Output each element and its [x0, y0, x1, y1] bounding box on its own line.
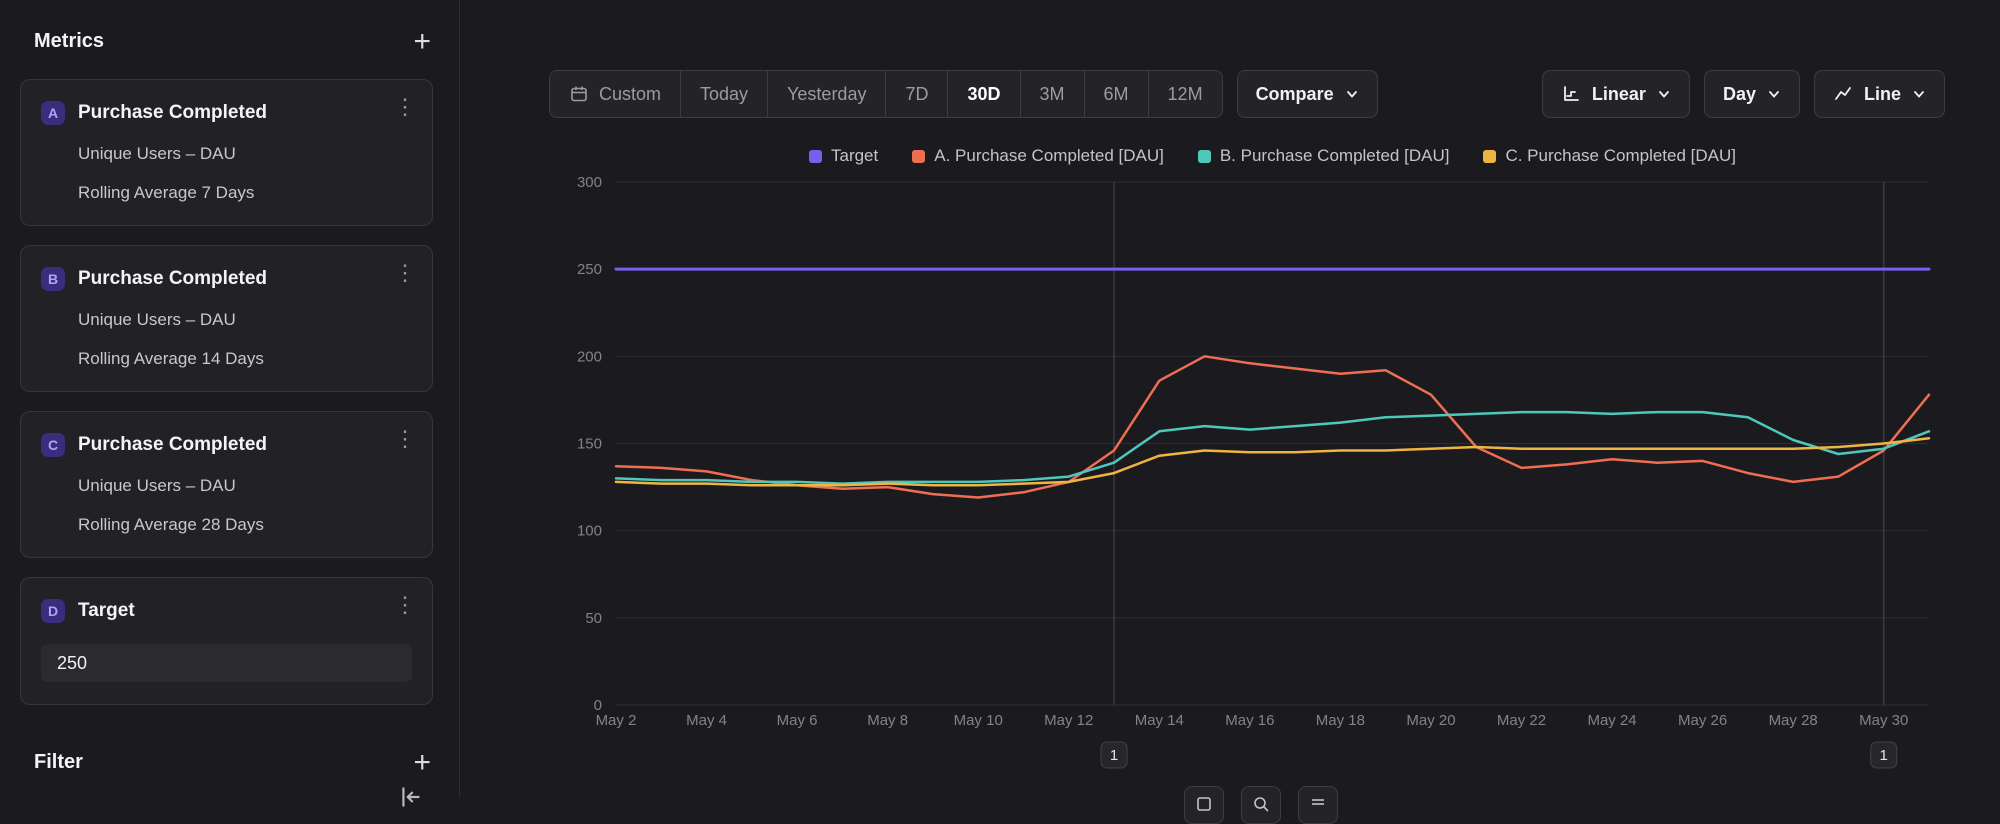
range-label: 3M: [1040, 84, 1065, 105]
metric-head: D Target: [41, 599, 412, 623]
metric-card-b[interactable]: B Purchase Completed ⋮ Unique Users – DA…: [20, 245, 433, 392]
collapse-sidebar-icon[interactable]: [398, 784, 426, 812]
scale-label: Linear: [1592, 84, 1646, 105]
svg-text:May 28: May 28: [1769, 712, 1818, 729]
metric-rolling-average[interactable]: Rolling Average 28 Days: [78, 515, 412, 535]
metric-head: B Purchase Completed: [41, 267, 412, 291]
kebab-menu-icon[interactable]: ⋮: [394, 428, 416, 450]
metric-badge-a: A: [41, 101, 65, 125]
range-label: 30D: [967, 84, 1000, 105]
line-chart[interactable]: 05010015020025030011May 2May 4May 6May 8…: [460, 130, 2000, 796]
metric-measure[interactable]: Unique Users – DAU: [78, 476, 412, 496]
metric-title: Purchase Completed: [78, 268, 267, 290]
interval-day-button[interactable]: Day: [1704, 70, 1800, 118]
range-12m-button[interactable]: 12M: [1148, 71, 1222, 117]
svg-text:50: 50: [585, 610, 602, 627]
annotation-tool-button[interactable]: [1184, 786, 1224, 824]
range-3m-button[interactable]: 3M: [1020, 71, 1084, 117]
svg-text:May 8: May 8: [867, 712, 908, 729]
svg-text:200: 200: [577, 348, 602, 365]
chart-bottom-toolbar: [1184, 786, 1338, 824]
target-title: Target: [78, 600, 135, 622]
metric-badge-c: C: [41, 433, 65, 457]
chart-area: Target A. Purchase Completed [DAU] B. Pu…: [460, 130, 2000, 796]
svg-text:1: 1: [1880, 747, 1888, 764]
svg-text:May 6: May 6: [777, 712, 818, 729]
kebab-menu-icon[interactable]: ⋮: [394, 96, 416, 118]
metric-head: C Purchase Completed: [41, 433, 412, 457]
range-label: Yesterday: [787, 84, 866, 105]
svg-text:300: 300: [577, 174, 602, 191]
metric-head: A Purchase Completed: [41, 101, 412, 125]
range-6m-button[interactable]: 6M: [1084, 71, 1148, 117]
metric-measure[interactable]: Unique Users – DAU: [78, 310, 412, 330]
range-30d-button[interactable]: 30D: [947, 71, 1019, 117]
svg-text:May 30: May 30: [1859, 712, 1908, 729]
chevron-down-icon: [1912, 87, 1926, 101]
chart-type-label: Line: [1864, 84, 1901, 105]
metric-badge-d: D: [41, 599, 65, 623]
metric-card-c[interactable]: C Purchase Completed ⋮ Unique Users – DA…: [20, 411, 433, 558]
svg-text:May 16: May 16: [1225, 712, 1274, 729]
metrics-sidebar: Metrics + A Purchase Completed ⋮ Unique …: [0, 0, 460, 796]
add-filter-icon[interactable]: +: [413, 752, 431, 774]
svg-text:250: 250: [577, 261, 602, 278]
axis-scale-icon: [1561, 84, 1581, 104]
svg-text:May 14: May 14: [1135, 712, 1184, 729]
toolbar-left: Custom Today Yesterday 7D 30D 3M 6M 12M …: [549, 70, 1378, 118]
range-label: 12M: [1168, 84, 1203, 105]
toolbar-right: Linear Day Line: [1542, 70, 1945, 118]
svg-text:May 4: May 4: [686, 712, 727, 729]
svg-text:May 12: May 12: [1044, 712, 1093, 729]
filter-header: Filter +: [0, 751, 459, 774]
calendar-icon: [569, 84, 589, 104]
date-range-control: Custom Today Yesterday 7D 30D 3M 6M 12M: [549, 70, 1223, 118]
target-value-input[interactable]: [41, 644, 412, 682]
compare-button[interactable]: Compare: [1237, 70, 1378, 118]
svg-text:May 10: May 10: [954, 712, 1003, 729]
add-metric-icon[interactable]: +: [413, 31, 431, 53]
range-custom-button[interactable]: Custom: [550, 71, 680, 117]
range-yesterday-button[interactable]: Yesterday: [767, 71, 885, 117]
chevron-down-icon: [1767, 87, 1781, 101]
more-tool-button[interactable]: [1298, 786, 1338, 824]
metric-rolling-average[interactable]: Rolling Average 14 Days: [78, 349, 412, 369]
svg-text:May 24: May 24: [1587, 712, 1636, 729]
metric-title: Purchase Completed: [78, 102, 267, 124]
svg-text:100: 100: [577, 523, 602, 540]
svg-text:1: 1: [1110, 747, 1118, 764]
metrics-header: Metrics +: [0, 30, 459, 53]
zoom-tool-button[interactable]: [1241, 786, 1281, 824]
chevron-down-icon: [1657, 87, 1671, 101]
compare-label: Compare: [1256, 84, 1334, 105]
metric-badge-b: B: [41, 267, 65, 291]
metric-card-a[interactable]: A Purchase Completed ⋮ Unique Users – DA…: [20, 79, 433, 226]
metrics-heading: Metrics: [34, 30, 104, 53]
metric-title: Purchase Completed: [78, 434, 267, 456]
svg-text:May 22: May 22: [1497, 712, 1546, 729]
target-card[interactable]: D Target ⋮: [20, 577, 433, 705]
svg-text:150: 150: [577, 436, 602, 453]
svg-text:May 2: May 2: [596, 712, 637, 729]
range-label: 6M: [1104, 84, 1129, 105]
chevron-down-icon: [1345, 87, 1359, 101]
chart-toolbar: Custom Today Yesterday 7D 30D 3M 6M 12M …: [460, 70, 2000, 118]
svg-text:May 18: May 18: [1316, 712, 1365, 729]
range-label: Custom: [599, 84, 661, 105]
interval-label: Day: [1723, 84, 1756, 105]
metric-measure[interactable]: Unique Users – DAU: [78, 144, 412, 164]
filter-heading: Filter: [34, 751, 83, 774]
kebab-menu-icon[interactable]: ⋮: [394, 262, 416, 284]
svg-text:May 20: May 20: [1406, 712, 1455, 729]
svg-text:May 26: May 26: [1678, 712, 1727, 729]
range-label: 7D: [905, 84, 928, 105]
kebab-menu-icon[interactable]: ⋮: [394, 594, 416, 616]
metric-rolling-average[interactable]: Rolling Average 7 Days: [78, 183, 412, 203]
chart-type-line-button[interactable]: Line: [1814, 70, 1945, 118]
range-today-button[interactable]: Today: [680, 71, 767, 117]
line-chart-icon: [1833, 84, 1853, 104]
scale-linear-button[interactable]: Linear: [1542, 70, 1690, 118]
range-7d-button[interactable]: 7D: [885, 71, 947, 117]
range-label: Today: [700, 84, 748, 105]
